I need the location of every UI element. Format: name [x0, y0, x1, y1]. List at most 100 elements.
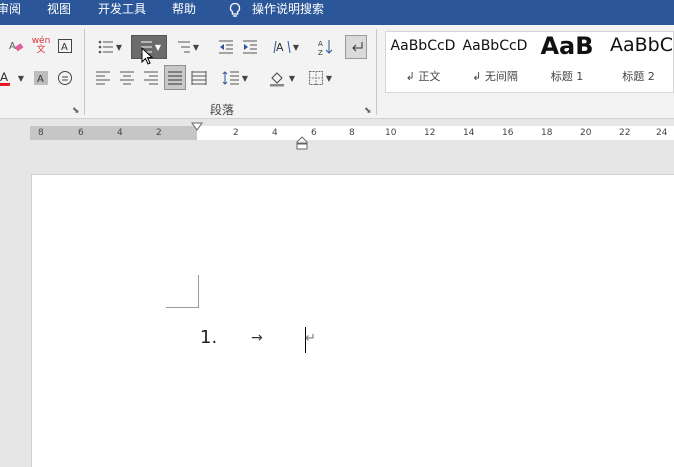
ruler-tick-label: 4: [117, 128, 123, 138]
character-shading-button[interactable]: A: [32, 67, 50, 89]
bullets-button[interactable]: ▼: [93, 36, 127, 58]
ruler-tick-label: 10: [385, 128, 397, 138]
decrease-indent-button[interactable]: [215, 36, 237, 58]
character-border-button[interactable]: A: [55, 35, 75, 57]
ruler-tick-label: 16: [502, 128, 514, 138]
align-center-button[interactable]: [117, 67, 137, 89]
mouse-cursor-icon: [141, 47, 154, 65]
styles-gallery: AaBbCcD ↲ 正文 AaBbCcD ↲ 无间隔 AaB 标题 1 AaBb…: [385, 31, 674, 93]
svg-text:A: A: [0, 70, 9, 84]
svg-text:A: A: [61, 42, 68, 53]
style-sample: AaBbCcD: [462, 38, 528, 54]
borders-icon: [308, 71, 323, 85]
style-normal[interactable]: AaBbCcD ↲ 正文: [388, 32, 458, 92]
ruler-tick-label: 6: [311, 128, 317, 138]
chevron-down-icon: ▼: [325, 73, 333, 83]
distributed-button[interactable]: [189, 67, 209, 89]
paint-bucket-icon: [269, 72, 284, 87]
style-name: 标题 2: [622, 70, 655, 83]
style-heading-1[interactable]: AaB 标题 1: [532, 32, 602, 92]
justify-button[interactable]: [164, 65, 186, 90]
chevron-down-icon: ▼: [192, 42, 200, 52]
align-center-icon: [120, 71, 134, 85]
align-left-button[interactable]: [93, 67, 113, 89]
increase-indent-button[interactable]: [239, 36, 261, 58]
bullet-list-icon: [98, 40, 113, 54]
ruler-tick-label: 2: [156, 128, 162, 138]
svg-text:A: A: [37, 74, 44, 85]
tab-help[interactable]: 帮助: [172, 0, 196, 25]
style-no-spacing[interactable]: AaBbCcD ↲ 无间隔: [460, 32, 530, 92]
ruler-tick-label: 14: [463, 128, 475, 138]
paragraph-mark: ↵: [305, 331, 316, 346]
font-color-button[interactable]: A ▼: [0, 67, 24, 89]
ruler-tick-label: 6: [78, 128, 84, 138]
bordered-a-icon: A: [58, 39, 72, 53]
align-left-icon: [96, 71, 110, 85]
ruler-tick-label: 2: [233, 128, 239, 138]
ruler-tick-label: 4: [272, 128, 278, 138]
shaded-a-icon: A: [34, 71, 48, 85]
ruler-tick-label: 8: [38, 128, 44, 138]
svg-text:A: A: [318, 40, 323, 48]
ruler-tick-label: 24: [656, 128, 668, 138]
horizontal-ruler[interactable]: 8 6 4 2 2 4 6 8 10 12 14 16 18 20 22 24: [30, 126, 674, 140]
style-sample: AaBbCcD: [390, 38, 456, 54]
font-dialog-launcher-icon[interactable]: ⬊: [72, 106, 82, 116]
tab-developer[interactable]: 开发工具: [98, 0, 146, 25]
chinese-layout-button[interactable]: A ▼: [270, 36, 302, 58]
font-color-icon: A: [0, 70, 10, 86]
ruler-tick-label: 20: [580, 128, 592, 138]
margin-crop-mark: [166, 275, 199, 308]
distributed-icon: [191, 71, 207, 85]
ribbon-tab-bar: 审阅 视图 开发工具 帮助 操作说明搜索: [0, 0, 674, 25]
chevron-down-icon: ▼: [292, 42, 300, 52]
style-name: 标题 1: [550, 70, 584, 83]
svg-text:Z: Z: [318, 49, 323, 56]
chevron-down-icon: ▼: [154, 42, 162, 52]
align-right-icon: [144, 71, 158, 85]
hanging-indent-marker-icon[interactable]: [296, 136, 308, 150]
paragraph-dialog-launcher-icon[interactable]: ⬊: [364, 106, 374, 116]
phonetic-guide-button[interactable]: wén 文: [30, 35, 52, 57]
shading-button[interactable]: ▼: [266, 67, 298, 89]
tab-review[interactable]: 审阅: [0, 0, 21, 25]
style-heading-2[interactable]: AaBbC 标题 2: [604, 32, 673, 92]
list-number: 1.: [200, 327, 218, 348]
style-name: ↲ 无间隔: [472, 70, 518, 83]
ruler-area: 8 6 4 2 2 4 6 8 10 12 14 16 18 20 22 24: [0, 120, 674, 150]
style-sample: AaBbC: [610, 34, 673, 56]
style-name: ↲ 正文: [405, 70, 441, 83]
ruler-tick-label: 18: [541, 128, 553, 138]
tab-view[interactable]: 视图: [47, 0, 71, 25]
pilcrow-icon: [352, 42, 363, 52]
svg-text:A: A: [9, 41, 16, 52]
show-hide-marks-button[interactable]: [345, 35, 367, 59]
clear-formatting-button[interactable]: A: [6, 35, 26, 57]
multilevel-list-button[interactable]: ▼: [172, 36, 202, 58]
align-right-button[interactable]: [141, 67, 161, 89]
indent-icon: [243, 40, 257, 54]
document-page[interactable]: 1. → ↵: [31, 174, 674, 467]
sort-az-icon: AZ: [318, 40, 333, 56]
ruler-tick-label: 22: [619, 128, 631, 138]
tell-me-search[interactable]: 操作说明搜索: [252, 0, 324, 25]
circled-char-icon: [58, 71, 72, 85]
sort-button[interactable]: AZ: [314, 36, 336, 58]
ruler-tick-label: 8: [349, 128, 355, 138]
line-spacing-button[interactable]: ▼: [220, 67, 250, 89]
tab-mark: →: [251, 330, 263, 346]
borders-button[interactable]: ▼: [304, 67, 336, 89]
chevron-down-icon: ▼: [17, 73, 24, 83]
chevron-down-icon: ▼: [115, 42, 123, 52]
paragraph-group-label: 段落: [210, 103, 235, 117]
ribbon: A wén 文 A A ▼ A ⬊ ▼ ▼ ▼ A ▼ AZ ▼ ▼ ▼ 段落 …: [0, 25, 674, 119]
lightbulb-icon: [229, 2, 241, 17]
eraser-icon: A: [9, 41, 24, 52]
ruler-tick-label: 12: [424, 128, 436, 138]
group-divider: [376, 29, 377, 115]
enclose-characters-button[interactable]: [55, 67, 75, 89]
ruler-margin: [30, 126, 197, 140]
chevron-down-icon: ▼: [288, 73, 296, 83]
first-line-indent-marker-icon[interactable]: [191, 122, 203, 132]
